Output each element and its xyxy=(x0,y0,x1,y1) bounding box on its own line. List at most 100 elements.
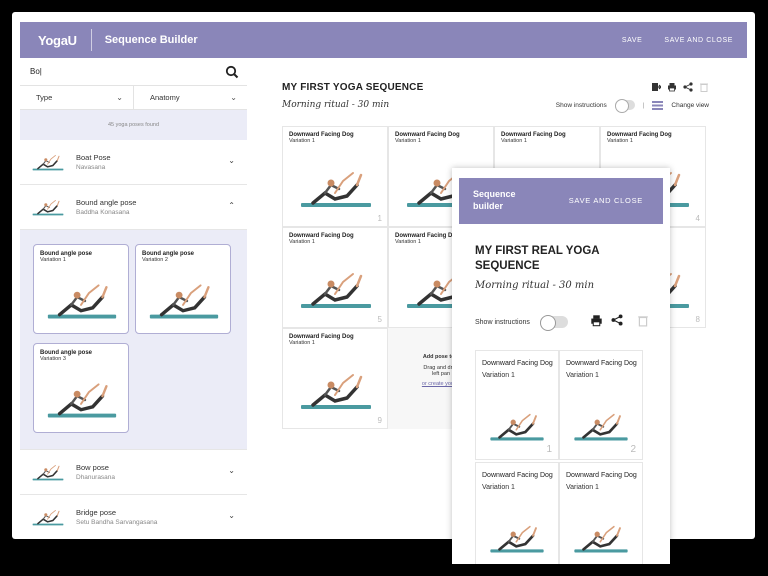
card-variation: Variation 1 xyxy=(501,138,527,144)
show-instructions-toggle[interactable] xyxy=(614,99,635,113)
save-button[interactable]: SAVE xyxy=(622,37,643,44)
card-variation: Variation 1 xyxy=(607,138,633,144)
anatomy-filter[interactable]: Anatomy ⌄ xyxy=(133,86,247,109)
pose-sanskrit: Setu Bandha Sarvangasana xyxy=(76,519,158,526)
card-title: Downward Facing Dog xyxy=(482,472,553,479)
card-number: 2 xyxy=(630,444,636,455)
app-title: Sequence Builder xyxy=(104,34,198,46)
card-number: 5 xyxy=(377,315,382,324)
pose-illustration xyxy=(489,525,545,554)
sequence-card[interactable]: Downward Facing Dog Variation 1 1 xyxy=(282,126,388,227)
mobile-actions xyxy=(590,314,649,327)
card-variation: Variation 1 xyxy=(566,484,599,491)
chevron-down-icon[interactable]: ⌄ xyxy=(228,156,235,165)
pose-item-bridge[interactable]: Bridge pose Setu Bandha Sarvangasana ⌄ xyxy=(20,495,247,539)
mobile-sequence-card[interactable]: Downward Facing Dog Variation 1 xyxy=(475,462,559,564)
card-title: Downward Facing Dog xyxy=(482,360,553,367)
share-icon[interactable] xyxy=(611,314,623,326)
variation-card[interactable]: Bound angle pose Variation 3 xyxy=(33,343,129,433)
trash-icon[interactable] xyxy=(699,82,709,92)
pose-sanskrit: Navasana xyxy=(76,164,106,171)
divider xyxy=(90,29,92,51)
top-actions: SAVE SAVE AND CLOSE xyxy=(622,22,733,58)
chevron-down-icon[interactable]: ⌄ xyxy=(228,511,235,520)
mobile-save-close-button[interactable]: SAVE AND CLOSE xyxy=(569,196,643,205)
mobile-app-title: Sequence builder xyxy=(473,189,516,211)
pose-illustration xyxy=(299,373,373,411)
sequence-card[interactable]: Downward Facing Dog Variation 1 5 xyxy=(282,227,388,328)
chevron-down-icon: ⌄ xyxy=(116,93,123,102)
variation-name: Bound angle pose xyxy=(40,350,93,356)
mobile-sequence-card[interactable]: Downward Facing Dog Variation 1 xyxy=(559,462,643,564)
pose-illustration xyxy=(46,283,118,321)
pose-illustration xyxy=(573,525,629,554)
variation-card[interactable]: Bound angle pose Variation 1 xyxy=(33,244,129,334)
export-icon[interactable] xyxy=(651,82,661,92)
show-instructions-label: Show instructions xyxy=(475,318,530,326)
search-input[interactable]: Bo| xyxy=(20,58,247,86)
sequence-subtitle[interactable]: Morning ritual - 30 min xyxy=(282,100,389,110)
pose-item-bow[interactable]: Bow pose Dhanurasana ⌄ xyxy=(20,450,247,495)
card-variation: Variation 1 xyxy=(566,372,599,379)
mobile-preview: Sequence builder SAVE AND CLOSE MY FIRST… xyxy=(452,168,670,564)
pose-name: Bow pose xyxy=(76,463,109,472)
save-and-close-button[interactable]: SAVE AND CLOSE xyxy=(664,37,733,44)
instructions-toggle-row: Show instructions | Change view xyxy=(555,99,709,113)
mobile-sequence-title[interactable]: MY FIRST REAL YOGA SEQUENCE xyxy=(475,244,655,274)
print-icon[interactable] xyxy=(667,82,677,92)
pose-illustration xyxy=(46,382,118,420)
chevron-down-icon[interactable]: ⌄ xyxy=(228,466,235,475)
pose-illustration xyxy=(299,272,373,310)
mobile-sequence-card[interactable]: Downward Facing Dog Variation 1 2 xyxy=(559,350,643,460)
mobile-sequence-subtitle[interactable]: Morning ritual - 30 min xyxy=(475,280,594,291)
type-filter-label: Type xyxy=(36,93,53,102)
mobile-sequence-card[interactable]: Downward Facing Dog Variation 1 1 xyxy=(475,350,559,460)
pose-item-boat[interactable]: Boat Pose Navasana ⌄ xyxy=(20,140,247,185)
show-instructions-label: Show instructions xyxy=(555,101,607,109)
pose-sanskrit: Dhanurasana xyxy=(76,474,116,481)
type-filter[interactable]: Type ⌄ xyxy=(20,86,133,109)
card-variation: Variation 1 xyxy=(482,372,515,379)
pose-item-bound-angle[interactable]: Bound angle pose Baddha Konasana ⌃ xyxy=(20,185,247,230)
card-title: Downward Facing Dog xyxy=(607,132,672,138)
card-number: 8 xyxy=(695,315,700,324)
chevron-up-icon[interactable]: ⌃ xyxy=(228,201,235,210)
card-number: 1 xyxy=(377,214,382,223)
print-icon[interactable] xyxy=(590,314,603,327)
card-title: Downward Facing Dog xyxy=(566,360,637,367)
variation-label: Variation 1 xyxy=(40,257,66,263)
mobile-top-bar: Sequence builder SAVE AND CLOSE xyxy=(459,178,663,224)
card-title: Downward Facing Dog xyxy=(501,132,566,138)
filter-bar: Type ⌄ Anatomy ⌄ xyxy=(20,86,247,110)
variation-name: Bound angle pose xyxy=(40,251,93,257)
pose-thumbnail xyxy=(31,464,65,482)
show-instructions-toggle[interactable] xyxy=(539,315,568,331)
pose-illustration xyxy=(148,283,220,321)
card-title: Downward Facing Dog xyxy=(289,233,354,239)
pose-sanskrit: Baddha Konasana xyxy=(76,209,130,216)
sequence-title[interactable]: MY FIRST YOGA SEQUENCE xyxy=(282,82,423,93)
list-view-icon[interactable] xyxy=(652,100,664,110)
card-number: 1 xyxy=(546,444,552,455)
share-icon[interactable] xyxy=(683,82,693,92)
variation-card[interactable]: Bound angle pose Variation 2 xyxy=(135,244,231,334)
logo[interactable]: YogaU xyxy=(38,33,77,48)
pose-illustration xyxy=(489,413,545,442)
card-variation: Variation 1 xyxy=(289,239,315,245)
card-number: 4 xyxy=(695,214,700,223)
pose-illustration xyxy=(299,171,373,209)
pose-thumbnail xyxy=(31,199,65,217)
card-number: 9 xyxy=(377,416,382,425)
card-variation: Variation 1 xyxy=(289,138,315,144)
change-view-button[interactable]: Change view xyxy=(671,102,709,109)
pose-illustration xyxy=(573,413,629,442)
divider: | xyxy=(642,101,645,109)
variation-name: Bound angle pose xyxy=(142,251,195,257)
card-title: Downward Facing Dog xyxy=(289,334,354,340)
card-variation: Variation 1 xyxy=(289,340,315,346)
variation-label: Variation 3 xyxy=(40,356,66,362)
search-icon[interactable] xyxy=(225,65,239,79)
trash-icon[interactable] xyxy=(637,314,649,327)
card-variation: Variation 1 xyxy=(482,484,515,491)
sequence-card[interactable]: Downward Facing Dog Variation 1 9 xyxy=(282,328,388,429)
